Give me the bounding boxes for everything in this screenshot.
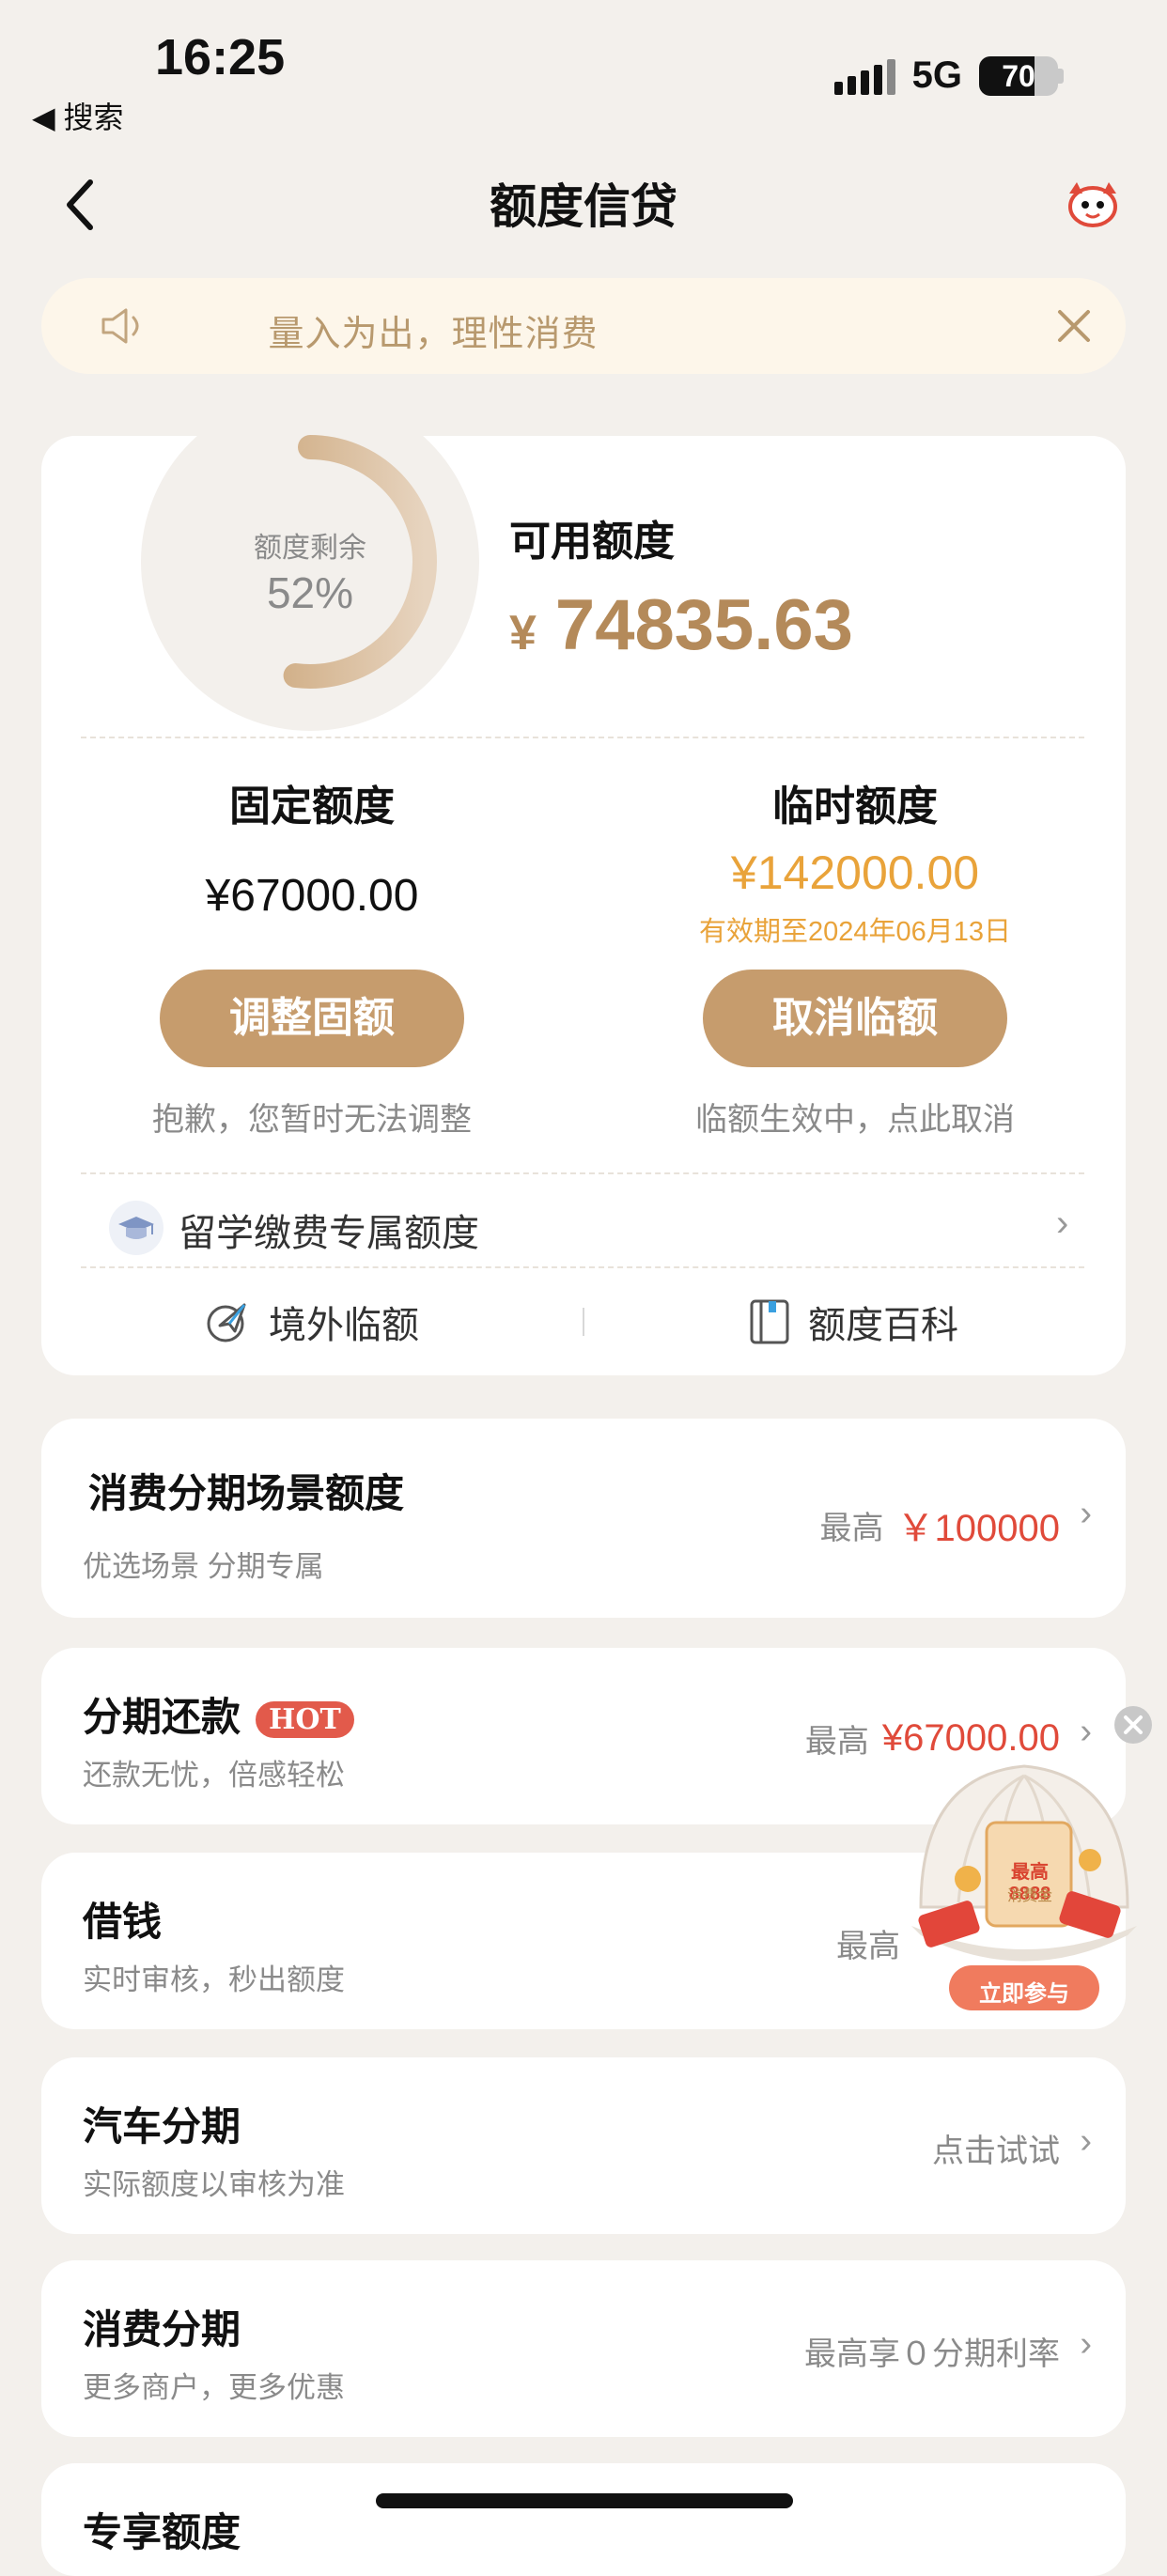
overseas-temp-credit-label: 境外临额	[269, 1305, 419, 1346]
promo-subtext: 消费金	[1006, 1888, 1052, 1904]
notice-text: 量入为出，理性消费	[268, 315, 599, 354]
temp-credit-title: 临时额度	[772, 784, 938, 830]
list-item[interactable]: 消费分期 更多商户，更多优惠 最高享０分期利率 ›	[41, 2260, 1126, 2437]
status-time: 16:25	[155, 29, 286, 85]
temp-hint: 临额生效中，点此取消	[695, 1102, 1015, 1138]
row-subtitle: 优选场景 分期专属	[83, 1550, 324, 1583]
notice-banner: 量入为出，理性消费	[41, 278, 1126, 374]
row-subtitle: 更多商户，更多优惠	[83, 2371, 345, 2404]
cancel-temp-button[interactable]: 取消临额	[703, 970, 1007, 1067]
fixed-hint: 抱歉，您暂时无法调整	[152, 1102, 472, 1138]
row-value-prefix: 最高享０分期利率	[804, 2336, 1060, 2372]
row-value-prefix: 最高	[819, 1510, 884, 1546]
graduation-cap-icon	[109, 1201, 163, 1255]
fixed-credit-title: 固定额度	[229, 784, 395, 830]
divider	[81, 737, 1084, 738]
book-icon	[750, 1299, 789, 1344]
list-item[interactable]: 专享额度	[41, 2463, 1126, 2576]
airplane-globe-icon	[207, 1303, 246, 1342]
divider	[583, 1308, 584, 1336]
row-title-text: 分期还款	[83, 1695, 241, 1739]
row-value: 点击试试	[932, 2125, 1060, 2171]
divider	[81, 1266, 1084, 1268]
overseas-temp-credit-link[interactable]: 境外临额	[203, 1295, 419, 1349]
row-subtitle: 实际额度以审核为准	[83, 2168, 345, 2201]
battery-icon: 70	[979, 55, 1058, 96]
available-amount: ¥74835.63	[509, 584, 853, 666]
row-title: 专享额度	[83, 2510, 241, 2554]
close-icon[interactable]	[1052, 304, 1096, 348]
adjust-fixed-button[interactable]: 调整固额	[160, 970, 464, 1067]
battery-level: 70	[1002, 58, 1035, 93]
fixed-credit-amount: ¥67000.00	[205, 871, 419, 921]
row-value-amount: ￥100000	[896, 1508, 1060, 1549]
row-value: 最高享０分期利率	[804, 2328, 1060, 2374]
row-value: 最高 ￥100000	[820, 1497, 1060, 1552]
temp-credit-expiry: 有效期至2024年06月13日	[698, 917, 1012, 947]
row-value-prefix: 最高	[836, 1929, 900, 1964]
hot-badge: HOT	[256, 1701, 354, 1739]
row-title: 分期还款 HOT	[83, 1685, 354, 1743]
list-item[interactable]: 消费分期场景额度 优选场景 分期专属 最高 ￥100000 ›	[41, 1419, 1126, 1618]
row-subtitle: 实时审核，秒出额度	[83, 1963, 345, 1996]
row-title: 汽车分期	[83, 2104, 241, 2149]
row-title: 消费分期场景额度	[88, 1471, 405, 1515]
row-subtitle: 还款无忧，倍感轻松	[83, 1759, 345, 1792]
mascot-service-icon[interactable]	[1060, 175, 1126, 231]
chevron-right-icon: ›	[1080, 1494, 1092, 1533]
chevron-right-icon: ›	[1080, 2324, 1092, 2364]
available-label: 可用额度	[509, 519, 675, 565]
page-title: 额度信贷	[490, 180, 677, 233]
chevron-right-icon: ›	[1056, 1203, 1069, 1244]
temp-credit-amount: ¥142000.00	[730, 846, 980, 899]
signal-icon	[833, 57, 895, 95]
credit-wiki-link[interactable]: 额度百科	[748, 1295, 958, 1349]
status-indicators: 5G 70	[833, 54, 1064, 97]
chevron-right-icon: ›	[1080, 1712, 1092, 1751]
home-indicator	[376, 2493, 793, 2508]
status-back-to-search[interactable]: ◀ 搜索	[32, 94, 124, 137]
promo-close-button[interactable]	[1114, 1706, 1152, 1744]
divider	[81, 1172, 1084, 1174]
row-value-prefix: 点击试试	[932, 2134, 1060, 2169]
promo-join-button[interactable]: 立即参与	[949, 1975, 1099, 2008]
row-value: 最高	[836, 1920, 900, 1966]
available-amount-value: 74835.63	[554, 585, 853, 665]
row-title: 消费分期	[83, 2307, 241, 2351]
ring-percent: 52%	[266, 568, 354, 617]
list-item[interactable]: 汽车分期 实际额度以审核为准 点击试试 ›	[41, 2057, 1126, 2234]
currency-symbol: ¥	[509, 606, 537, 660]
credit-wiki-label: 额度百科	[808, 1305, 958, 1346]
chevron-right-icon: ›	[1080, 2121, 1092, 2161]
network-type: 5G	[911, 54, 962, 96]
row-title: 借钱	[83, 1900, 163, 1944]
study-abroad-credit-link[interactable]: 留学缴费专属额度	[179, 1203, 479, 1257]
promo-floating-banner[interactable]: 最高8888 消费金 立即参与	[902, 1747, 1146, 2020]
ring-label: 额度剩余	[254, 533, 366, 564]
row-value-prefix: 最高	[804, 1724, 869, 1760]
